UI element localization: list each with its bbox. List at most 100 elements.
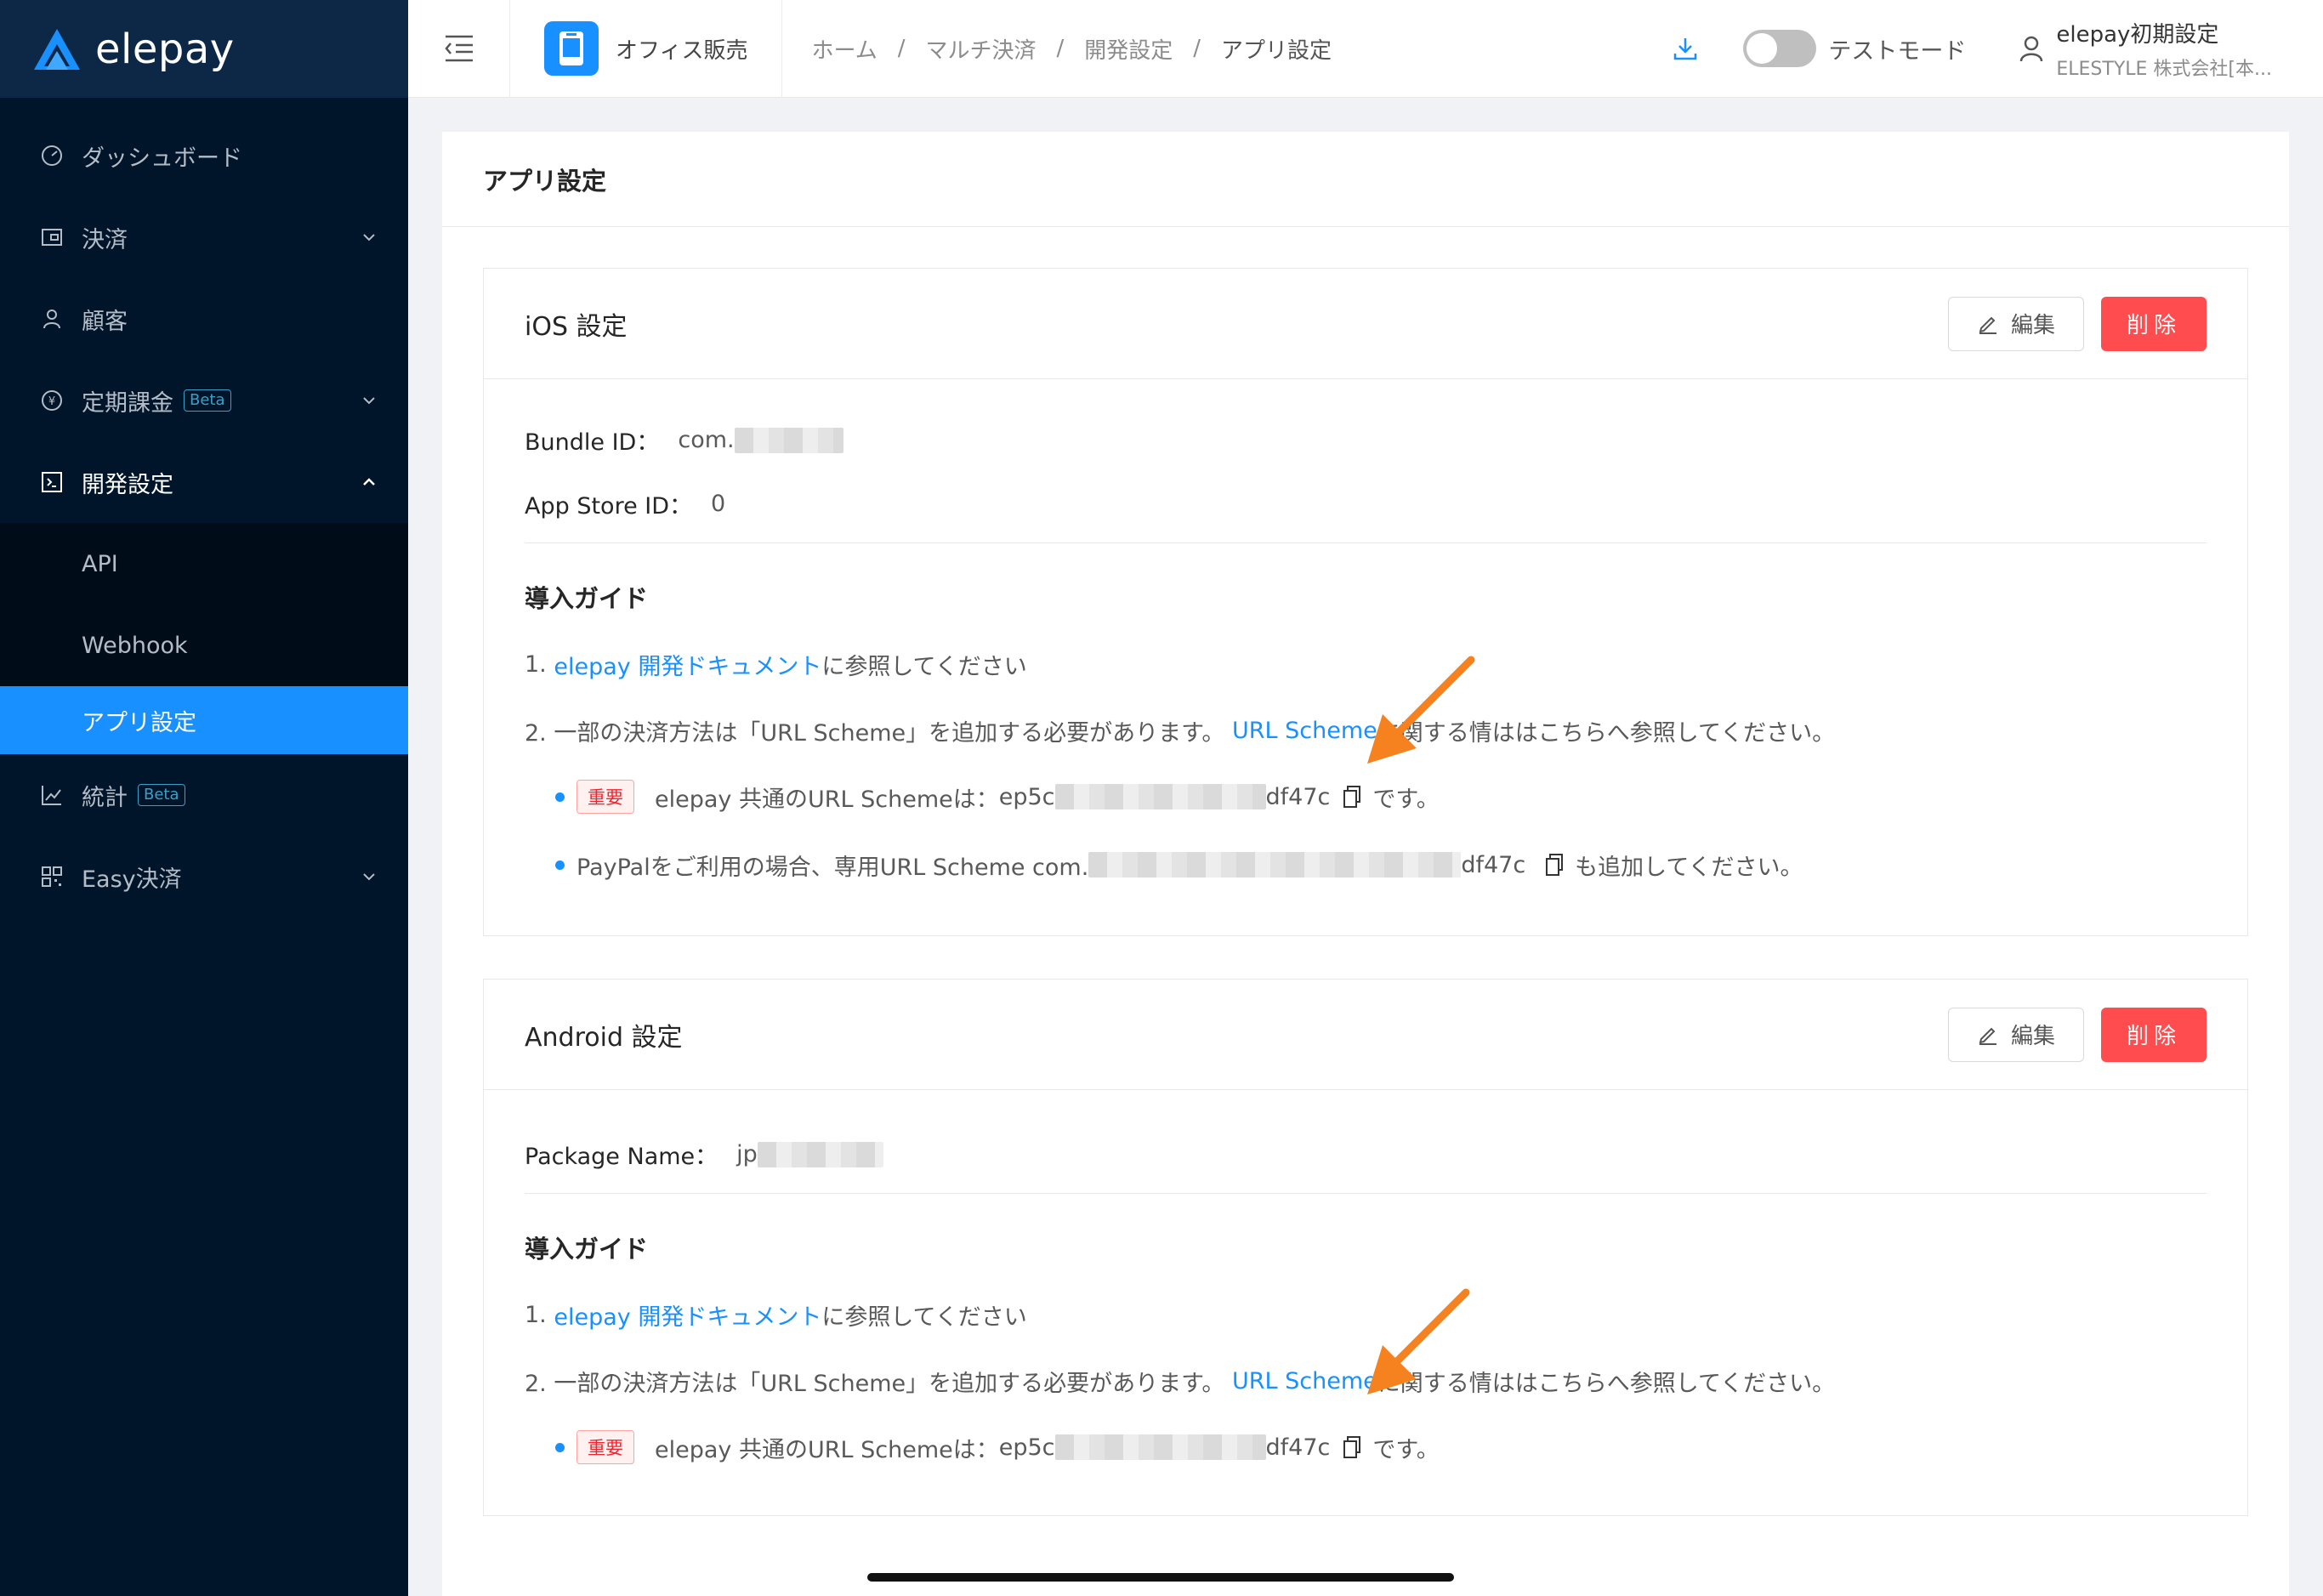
breadcrumb-multi-payment[interactable]: マルチ決済	[925, 33, 1036, 65]
android-settings-card: Android 設定 編集 削除 Package Name： jp 導入ガイド …	[483, 979, 2248, 1516]
shop-name: オフィス販売	[616, 37, 748, 64]
user-icon	[39, 306, 65, 332]
package-name-field: Package Name： jp	[525, 1122, 2207, 1186]
redacted-blur	[757, 1141, 883, 1167]
bundle-id-field: Bundle ID： com.	[525, 408, 2207, 472]
step-text: に参照してください	[821, 653, 1027, 680]
important-tag: 重要	[576, 1430, 634, 1464]
chevron-down-icon	[363, 873, 375, 881]
user-icon	[2020, 36, 2043, 62]
sidebar-item-payments[interactable]: 決済	[0, 196, 408, 278]
redacted-blur	[1054, 784, 1266, 809]
redacted-blur	[1088, 852, 1462, 878]
copy-icon[interactable]	[1342, 1435, 1362, 1459]
copy-icon[interactable]	[1342, 785, 1362, 809]
step-text: 2. 一部の決済方法は「URL Scheme」を追加する必要があります。	[525, 1370, 1225, 1397]
ios-settings-card: iOS 設定 編集 削除 Bundle ID： com. App Store I…	[483, 268, 2248, 936]
beta-badge: Beta	[184, 389, 231, 412]
paypal-end: も追加してください。	[1575, 854, 1803, 881]
step-text: 2. 一部の決済方法は「URL Scheme」を追加する必要があります。	[525, 719, 1225, 747]
package-name-value: jp	[736, 1141, 758, 1167]
sidebar-menu: ダッシュボード 決済 顧客 ¥ 定期課金 Beta 開発設定 API Webho…	[0, 98, 408, 917]
sidebar-item-easy-payment[interactable]: Easy決済	[0, 836, 408, 917]
app-store-id-value: 0	[711, 491, 726, 517]
ios-url-scheme-row: 重要 elepay 共通のURL Schemeは： ep5c df47c です。	[555, 780, 2207, 814]
menu-fold-icon	[444, 35, 473, 62]
step-number: 1.	[525, 650, 547, 678]
dev-docs-link[interactable]: elepay 開発ドキュメント	[554, 648, 821, 681]
redacted-blur	[1054, 1434, 1266, 1460]
edit-icon	[1979, 1027, 1996, 1045]
breadcrumb-current: アプリ設定	[1221, 37, 1332, 64]
breadcrumb-separator: /	[897, 36, 906, 61]
test-mode-toggle[interactable]	[1743, 30, 1817, 67]
paypal-suffix: df47c	[1461, 851, 1526, 878]
brand-name: elepay	[95, 25, 235, 73]
android-delete-button[interactable]: 削除	[2101, 1007, 2207, 1062]
chart-icon	[39, 782, 65, 808]
annotation-arrow-icon	[1367, 656, 1475, 764]
sidebar-item-label: Easy決済	[82, 866, 182, 893]
user-menu[interactable]: elepay初期設定 ELESTYLE 株式会社[本...	[2019, 17, 2272, 81]
brand-logo[interactable]: elepay	[0, 0, 408, 98]
edit-label: 編集	[2010, 313, 2055, 338]
sidebar-subitem-api[interactable]: API	[0, 523, 408, 605]
app-store-id-field: App Store ID： 0	[525, 472, 2207, 536]
scheme-suffix: df47c	[1265, 1434, 1331, 1461]
sidebar-subitem-webhook[interactable]: Webhook	[0, 605, 408, 686]
chevron-down-icon	[363, 234, 375, 241]
code-icon	[39, 469, 65, 495]
bullet-dot	[555, 1442, 565, 1452]
top-header: オフィス販売 ホーム / マルチ決済 / 開発設定 / アプリ設定 テストモード…	[408, 0, 2323, 98]
shop-icon	[544, 21, 599, 76]
paypal-url-scheme-row: PayPalをご利用の場合、専用URL Scheme com. df47c も追加…	[555, 848, 2207, 882]
important-tag: 重要	[576, 780, 634, 814]
breadcrumb-home[interactable]: ホーム	[811, 33, 877, 65]
android-guide-title: 導入ガイド	[525, 1235, 649, 1264]
ios-card-title: iOS 設定	[525, 311, 628, 342]
dev-settings-submenu: API Webhook アプリ設定	[0, 523, 408, 754]
menu-toggle-button[interactable]	[408, 0, 510, 98]
test-mode-label: テストモード	[1828, 37, 1967, 65]
sidebar-item-customers[interactable]: 顧客	[0, 278, 408, 360]
bullet-dot	[555, 792, 565, 802]
app-store-id-label: App Store ID：	[525, 493, 693, 520]
shop-selector[interactable]: オフィス販売	[510, 0, 783, 98]
ios-edit-button[interactable]: 編集	[1948, 296, 2084, 351]
sidebar-item-statistics[interactable]: 統計 Beta	[0, 754, 408, 836]
svg-text:¥: ¥	[48, 395, 55, 408]
sidebar-item-dev-settings[interactable]: 開発設定	[0, 441, 408, 523]
dev-docs-link[interactable]: elepay 開発ドキュメント	[554, 1298, 821, 1332]
header-right: テストモード elepay初期設定 ELESTYLE 株式会社[本...	[1672, 17, 2323, 81]
beta-badge: Beta	[138, 784, 185, 806]
scheme-end: です。	[1372, 786, 1440, 813]
url-scheme-link[interactable]: URL Scheme	[1232, 1368, 1377, 1394]
ios-delete-button[interactable]: 削除	[2101, 296, 2207, 351]
ios-guide-title: 導入ガイド	[525, 584, 649, 613]
android-edit-button[interactable]: 編集	[1948, 1007, 2084, 1062]
edit-label: 編集	[2010, 1024, 2055, 1049]
sidebar: elepay ダッシュボード 決済 顧客 ¥ 定期課金 Beta 開発設定 AP…	[0, 0, 408, 1596]
sidebar-item-label: 顧客	[82, 308, 128, 335]
scheme-prefix: ep5c	[998, 783, 1055, 810]
breadcrumb-dev-settings[interactable]: 開発設定	[1084, 33, 1173, 65]
breadcrumb: ホーム / マルチ決済 / 開発設定 / アプリ設定	[782, 33, 1672, 65]
bullet-dot	[555, 860, 565, 870]
bundle-id-value: com.	[678, 427, 735, 453]
chevron-up-icon	[363, 478, 375, 486]
sidebar-item-subscriptions[interactable]: ¥ 定期課金 Beta	[0, 360, 408, 441]
breadcrumb-separator: /	[1056, 36, 1065, 61]
copy-icon[interactable]	[1544, 853, 1565, 877]
paypal-text: PayPalをご利用の場合、専用URL Scheme com.	[576, 854, 1089, 881]
scheme-end: です。	[1372, 1436, 1440, 1463]
recurring-icon: ¥	[39, 388, 65, 413]
dashboard-icon	[39, 143, 65, 168]
sidebar-item-dashboard[interactable]: ダッシュボード	[0, 115, 408, 196]
sidebar-item-label: 統計	[82, 784, 128, 811]
download-icon[interactable]	[1672, 35, 1699, 62]
url-scheme-link[interactable]: URL Scheme	[1232, 718, 1377, 744]
scheme-label: elepay 共通のURL Schemeは：	[655, 1436, 999, 1463]
android-card-title: Android 設定	[525, 1022, 683, 1053]
user-name: elepay初期設定	[2056, 21, 2219, 48]
sidebar-subitem-app-settings[interactable]: アプリ設定	[0, 686, 408, 754]
